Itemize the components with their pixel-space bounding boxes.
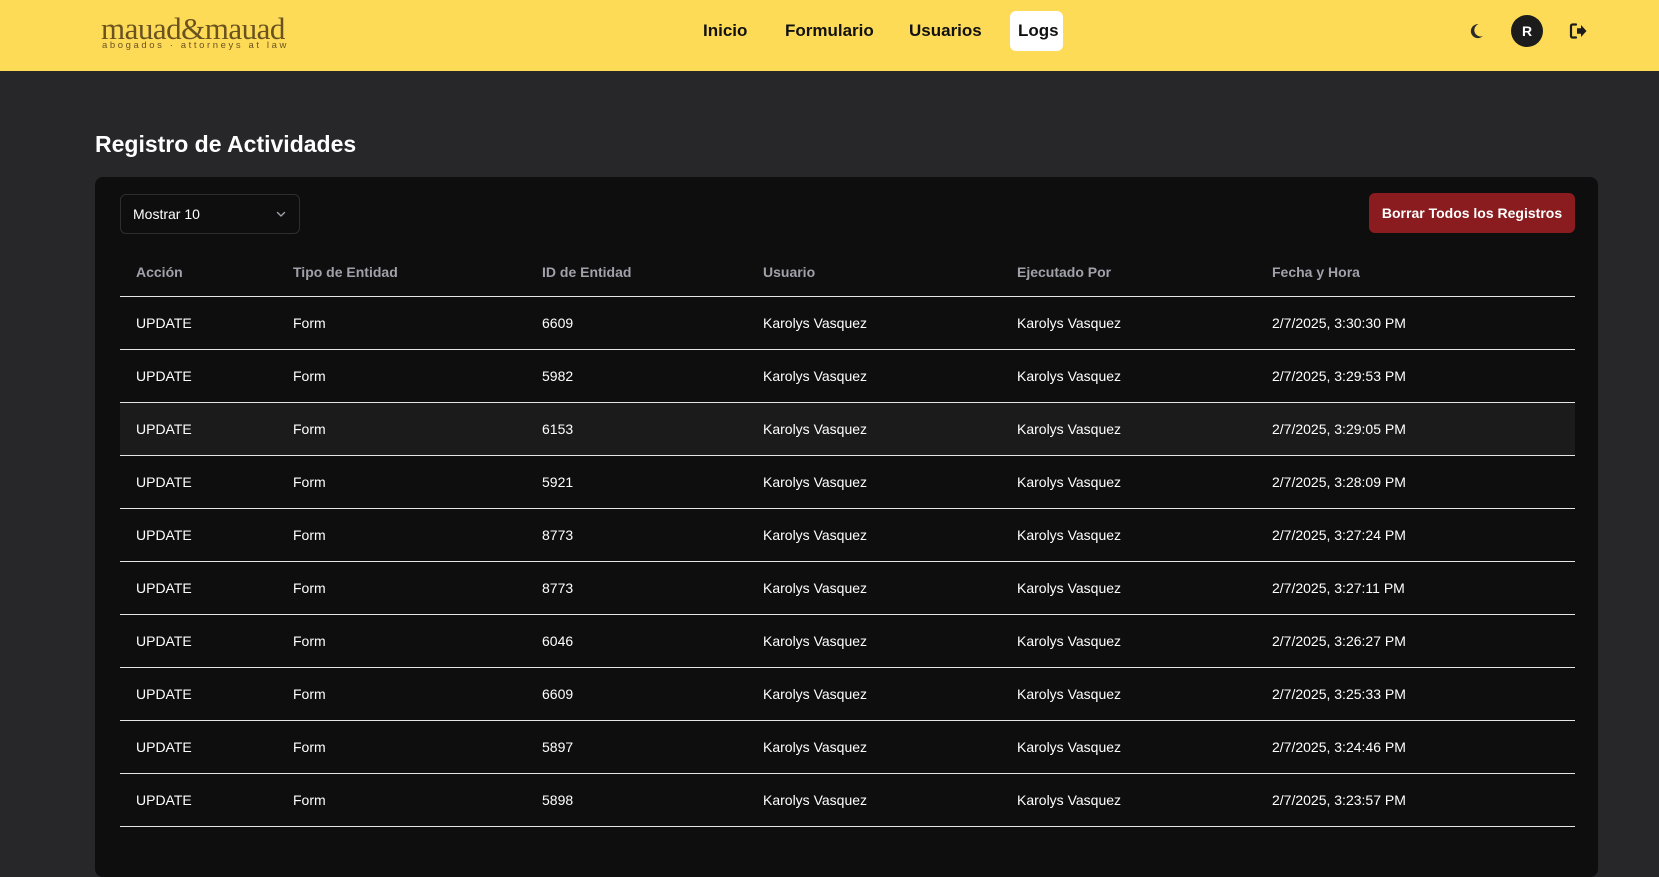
logs-panel: Mostrar 10 Borrar Todos los Registros Ac… xyxy=(95,177,1598,877)
cell-tipo-entidad: Form xyxy=(293,633,326,649)
cell-ejecutado-por: Karolys Vasquez xyxy=(1017,474,1122,490)
column-header-fecha-hora[interactable]: Fecha y Hora xyxy=(1272,247,1360,297)
cell-id-entidad: 5982 xyxy=(542,368,574,384)
cell-fecha-hora: 2/7/2025, 3:29:53 PM xyxy=(1272,368,1406,384)
page-size-select[interactable]: Mostrar 10 xyxy=(120,194,300,234)
column-header-tipo-entidad[interactable]: Tipo de Entidad xyxy=(293,247,398,297)
cell-ejecutado-por: Karolys Vasquez xyxy=(1017,527,1122,543)
column-header-usuario[interactable]: Usuario xyxy=(763,247,815,297)
column-header-accion[interactable]: Acción xyxy=(136,247,183,297)
cell-usuario: Karolys Vasquez xyxy=(763,315,868,331)
cell-usuario: Karolys Vasquez xyxy=(763,686,868,702)
cell-accion: UPDATE xyxy=(136,686,192,702)
cell-accion: UPDATE xyxy=(136,792,192,808)
cell-fecha-hora: 2/7/2025, 3:23:57 PM xyxy=(1272,792,1406,808)
cell-ejecutado-por: Karolys Vasquez xyxy=(1017,686,1122,702)
cell-accion: UPDATE xyxy=(136,474,192,490)
cell-ejecutado-por: Karolys Vasquez xyxy=(1017,739,1122,755)
cell-ejecutado-por: Karolys Vasquez xyxy=(1017,580,1122,596)
avatar[interactable]: R xyxy=(1511,15,1543,47)
table-header: Acción Tipo de Entidad ID de Entidad Usu… xyxy=(120,247,1575,297)
cell-id-entidad: 5898 xyxy=(542,792,574,808)
cell-id-entidad: 6153 xyxy=(542,421,574,437)
page-size-value: Mostrar 10 xyxy=(133,206,200,222)
cell-usuario: Karolys Vasquez xyxy=(763,633,868,649)
chevron-down-icon xyxy=(276,211,286,217)
cell-ejecutado-por: Karolys Vasquez xyxy=(1017,792,1122,808)
cell-id-entidad: 5921 xyxy=(542,474,574,490)
cell-id-entidad: 5897 xyxy=(542,739,574,755)
logs-table: Acción Tipo de Entidad ID de Entidad Usu… xyxy=(120,247,1575,827)
table-body: UPDATE Form 6609 Karolys Vasquez Karolys Vas… xyxy=(120,297,1575,827)
cell-fecha-hora: 2/7/2025, 3:27:24 PM xyxy=(1272,527,1406,543)
logout-icon[interactable] xyxy=(1562,15,1594,47)
cell-accion: UPDATE xyxy=(136,633,192,649)
cell-accion: UPDATE xyxy=(136,580,192,596)
nav-item-usuarios[interactable]: Usuarios xyxy=(901,11,990,51)
cell-tipo-entidad: Form xyxy=(293,686,326,702)
cell-ejecutado-por: Karolys Vasquez xyxy=(1017,633,1122,649)
table-row[interactable]: UPDATE Form 5897 Karolys Vasquez Karolys Vas… xyxy=(120,721,1575,774)
column-header-id-entidad[interactable]: ID de Entidad xyxy=(542,247,631,297)
top-navbar: mauad&mauad abogados · attorneys at law … xyxy=(0,0,1659,71)
cell-id-entidad: 6609 xyxy=(542,315,574,331)
cell-ejecutado-por: Karolys Vasquez xyxy=(1017,421,1122,437)
cell-tipo-entidad: Form xyxy=(293,315,326,331)
cell-tipo-entidad: Form xyxy=(293,474,326,490)
cell-usuario: Karolys Vasquez xyxy=(763,580,868,596)
clear-all-logs-button[interactable]: Borrar Todos los Registros xyxy=(1369,193,1575,233)
cell-tipo-entidad: Form xyxy=(293,739,326,755)
cell-ejecutado-por: Karolys Vasquez xyxy=(1017,368,1122,384)
cell-fecha-hora: 2/7/2025, 3:30:30 PM xyxy=(1272,315,1406,331)
cell-fecha-hora: 2/7/2025, 3:29:05 PM xyxy=(1272,421,1406,437)
cell-usuario: Karolys Vasquez xyxy=(763,368,868,384)
table-row[interactable]: UPDATE Form 6153 Karolys Vasquez Karolys Vas… xyxy=(120,403,1575,456)
nav-item-inicio[interactable]: Inicio xyxy=(695,11,755,51)
nav-item-logs[interactable]: Logs xyxy=(1010,11,1063,51)
cell-usuario: Karolys Vasquez xyxy=(763,474,868,490)
cell-fecha-hora: 2/7/2025, 3:28:09 PM xyxy=(1272,474,1406,490)
cell-usuario: Karolys Vasquez xyxy=(763,792,868,808)
column-header-ejecutado-por[interactable]: Ejecutado Por xyxy=(1017,247,1111,297)
cell-accion: UPDATE xyxy=(136,315,192,331)
cell-id-entidad: 8773 xyxy=(542,580,574,596)
table-row[interactable]: UPDATE Form 6609 Karolys Vasquez Karolys Vas… xyxy=(120,297,1575,350)
moon-icon[interactable] xyxy=(1460,15,1492,47)
table-row[interactable]: UPDATE Form 8773 Karolys Vasquez Karolys Vas… xyxy=(120,562,1575,615)
cell-tipo-entidad: Form xyxy=(293,580,326,596)
table-row[interactable]: UPDATE Form 6609 Karolys Vasquez Karolys Vas… xyxy=(120,668,1575,721)
cell-tipo-entidad: Form xyxy=(293,792,326,808)
cell-usuario: Karolys Vasquez xyxy=(763,421,868,437)
nav-item-formulario[interactable]: Formulario xyxy=(777,11,882,51)
cell-id-entidad: 6046 xyxy=(542,633,574,649)
page-title: Registro de Actividades xyxy=(95,131,357,157)
cell-accion: UPDATE xyxy=(136,421,192,437)
cell-id-entidad: 6609 xyxy=(542,686,574,702)
table-row[interactable]: UPDATE Form 5921 Karolys Vasquez Karolys Vas… xyxy=(120,456,1575,509)
cell-id-entidad: 8773 xyxy=(542,527,574,543)
table-row[interactable]: UPDATE Form 6046 Karolys Vasquez Karolys Vas… xyxy=(120,615,1575,668)
cell-fecha-hora: 2/7/2025, 3:27:11 PM xyxy=(1272,580,1405,596)
cell-accion: UPDATE xyxy=(136,739,192,755)
table-row[interactable]: UPDATE Form 8773 Karolys Vasquez Karolys Vas… xyxy=(120,509,1575,562)
cell-fecha-hora: 2/7/2025, 3:25:33 PM xyxy=(1272,686,1406,702)
cell-usuario: Karolys Vasquez xyxy=(763,739,868,755)
cell-fecha-hora: 2/7/2025, 3:24:46 PM xyxy=(1272,739,1406,755)
cell-tipo-entidad: Form xyxy=(293,368,326,384)
table-row[interactable]: UPDATE Form 5982 Karolys Vasquez Karolys Vas… xyxy=(120,350,1575,403)
cell-ejecutado-por: Karolys Vasquez xyxy=(1017,315,1122,331)
cell-accion: UPDATE xyxy=(136,368,192,384)
cell-tipo-entidad: Form xyxy=(293,421,326,437)
main-nav: Inicio Formulario Usuarios Logs xyxy=(0,11,1659,51)
cell-accion: UPDATE xyxy=(136,527,192,543)
cell-usuario: Karolys Vasquez xyxy=(763,527,868,543)
cell-tipo-entidad: Form xyxy=(293,527,326,543)
cell-fecha-hora: 2/7/2025, 3:26:27 PM xyxy=(1272,633,1406,649)
table-row[interactable]: UPDATE Form 5898 Karolys Vasquez Karolys Vas… xyxy=(120,774,1575,827)
